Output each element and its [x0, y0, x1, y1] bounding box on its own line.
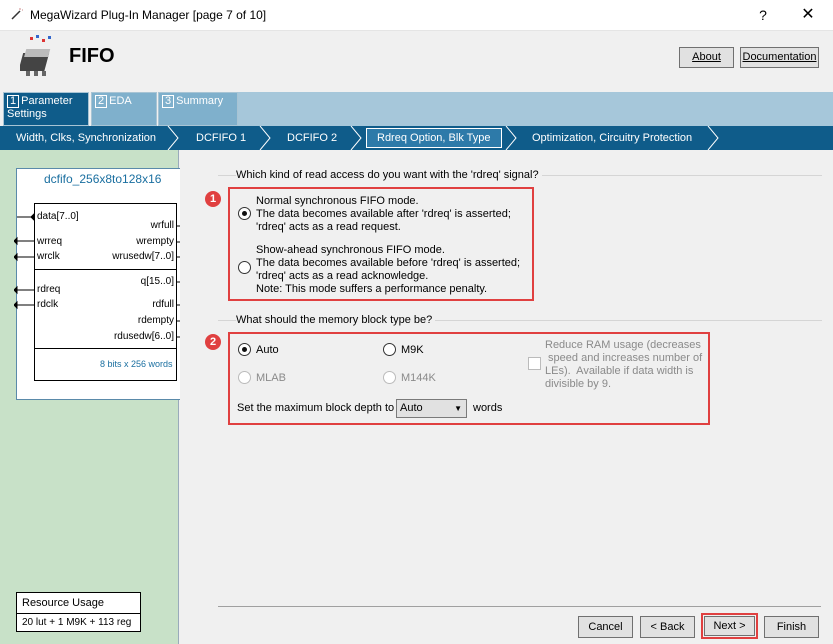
- resource-usage-title: Resource Usage: [22, 597, 104, 609]
- diagram-footer: 8 bits x 256 words: [100, 359, 173, 369]
- tab-number: 1: [7, 95, 20, 108]
- back-button[interactable]: < Back: [640, 616, 695, 638]
- read-access-question: Which kind of read access do you want wi…: [236, 169, 542, 181]
- tab-parameter-settings[interactable]: 1 Parameter Settings: [3, 92, 89, 126]
- marker-badge: 2: [205, 334, 221, 350]
- option-text: 'rdreq' acts as a read acknowledge.: [256, 270, 429, 282]
- depth-unit: words: [473, 402, 503, 414]
- normal-mode-label[interactable]: Normal synchronous FIFO mode. The data b…: [256, 195, 511, 234]
- memory-block-question: What should the memory block type be?: [236, 314, 436, 326]
- option-text: divisible by 9.: [545, 378, 612, 390]
- block-auto-radio[interactable]: [238, 343, 251, 356]
- option-text: LEs). Available if data width is: [545, 365, 694, 377]
- block-m144k-label: M144K: [401, 372, 436, 384]
- tab-number: 3: [162, 95, 175, 108]
- finish-button[interactable]: Finish: [764, 616, 819, 638]
- block-depth-select[interactable]: Auto ▼: [396, 399, 467, 418]
- show-ahead-mode-label[interactable]: Show-ahead synchronous FIFO mode. The da…: [256, 244, 520, 296]
- cancel-button[interactable]: Cancel: [578, 616, 633, 638]
- breadcrumb-item-width-clks[interactable]: Width, Clks, Synchronization: [16, 126, 156, 150]
- resource-usage-value: 20 lut + 1 M9K + 113 reg: [22, 617, 132, 628]
- tab-eda[interactable]: 2 EDA: [91, 92, 157, 126]
- block-auto-label[interactable]: Auto: [256, 344, 279, 357]
- block-mlab-radio: [238, 371, 251, 384]
- option-text: The data becomes available before 'rdreq…: [256, 257, 521, 269]
- documentation-button[interactable]: Documentation: [740, 47, 819, 68]
- resource-divider: [16, 613, 141, 614]
- tab-strip-fill: [238, 92, 833, 126]
- tab-summary[interactable]: 3 Summary: [158, 92, 238, 126]
- diagram-title: dcfifo_256x8to128x16: [44, 172, 162, 186]
- normal-mode-radio[interactable]: [238, 207, 251, 220]
- pin-arrows-icon: [14, 212, 196, 342]
- option-text: Normal synchronous FIFO mode.: [256, 195, 419, 207]
- option-text: The data becomes available after 'rdreq'…: [256, 208, 511, 220]
- title-bar: MegaWizard Plug-In Manager [page 7 of 10…: [0, 0, 833, 31]
- close-button[interactable]: ✕: [790, 4, 826, 26]
- about-button[interactable]: About: [679, 47, 734, 68]
- next-button[interactable]: Next >: [704, 616, 755, 636]
- breadcrumb-item-dcfifo-2[interactable]: DCFIFO 2: [287, 126, 337, 150]
- option-text: 'rdreq' acts as a read request.: [256, 221, 401, 233]
- block-mlab-label: MLAB: [256, 372, 286, 384]
- chevron-down-icon: ▼: [454, 404, 462, 413]
- block-m9k-label[interactable]: M9K: [401, 344, 424, 357]
- option-text: Show-ahead synchronous FIFO mode.: [256, 244, 445, 256]
- breadcrumb-item-rdreq-option[interactable]: Rdreq Option, Blk Type: [377, 126, 491, 150]
- option-text: speed and increases number of: [545, 352, 703, 364]
- tab-label: EDA: [109, 95, 132, 107]
- depth-label: Set the maximum block depth to: [237, 402, 395, 414]
- block-m9k-radio[interactable]: [383, 343, 396, 356]
- breadcrumb-item-dcfifo-1[interactable]: DCFIFO 1: [196, 126, 246, 150]
- chip-icon: [18, 35, 62, 79]
- chevron-right-icon: [707, 126, 719, 150]
- chevron-right-icon: [259, 126, 271, 150]
- reduce-ram-label: Reduce RAM usage (decreases speed and in…: [545, 339, 702, 391]
- breadcrumb-item-optimization[interactable]: Optimization, Circuitry Protection: [532, 126, 692, 150]
- block-m144k-radio: [383, 371, 396, 384]
- chevron-right-icon: [505, 126, 517, 150]
- chevron-right-icon: [167, 126, 179, 150]
- help-button[interactable]: ?: [748, 4, 778, 26]
- option-text: Note: This mode suffers a performance pe…: [256, 283, 488, 295]
- about-label: About: [692, 51, 721, 63]
- tab-number: 2: [95, 95, 108, 108]
- reduce-ram-checkbox: [528, 357, 541, 370]
- option-text: Reduce RAM usage (decreases: [545, 339, 701, 351]
- block-depth-value: Auto: [400, 402, 423, 414]
- window-title: MegaWizard Plug-In Manager [page 7 of 10…: [30, 8, 267, 22]
- marker-badge: 1: [205, 191, 221, 207]
- page-title: FIFO: [69, 45, 115, 67]
- tab-label: Summary: [176, 95, 224, 107]
- documentation-label: Documentation: [742, 51, 817, 63]
- show-ahead-mode-radio[interactable]: [238, 261, 251, 274]
- footer-divider: [218, 606, 821, 607]
- chevron-right-icon: [350, 126, 362, 150]
- wand-icon: [9, 6, 25, 22]
